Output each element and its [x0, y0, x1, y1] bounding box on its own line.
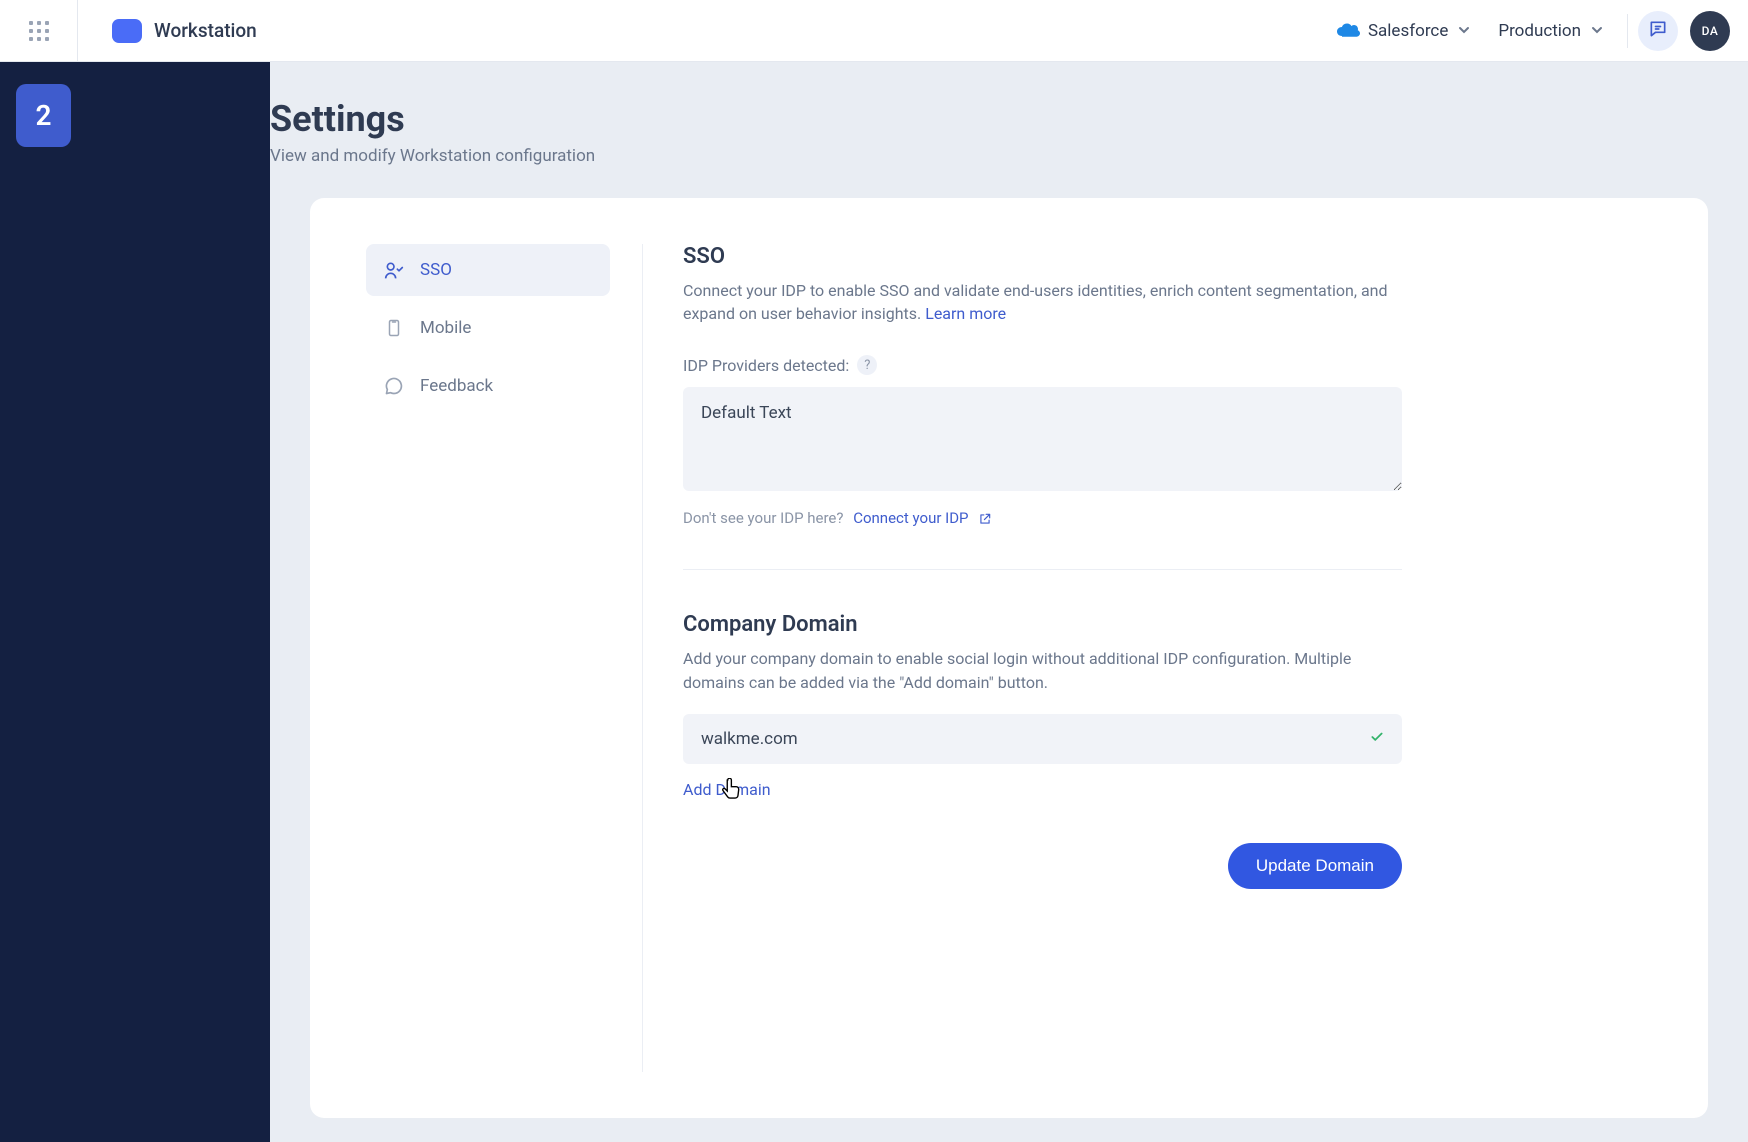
add-domain-label: Add Domain [683, 780, 771, 799]
mobile-icon [384, 318, 404, 338]
app-switcher-button[interactable] [0, 0, 78, 62]
settings-tab-label: Mobile [420, 318, 471, 338]
check-icon [1370, 729, 1384, 749]
settings-tab-sso[interactable]: SSO [366, 244, 610, 296]
domain-input-row[interactable]: walkme.com [683, 714, 1402, 764]
idp-label-text: IDP Providers detected: [683, 356, 849, 375]
main: Settings View and modify Workstation con… [270, 62, 1748, 1142]
section-sso: SSO Connect your IDP to enable SSO and v… [683, 244, 1402, 569]
nav-tile-label: 2 [36, 99, 52, 132]
topbar: Workstation Salesforce Production DA [0, 0, 1748, 62]
external-link-icon [978, 512, 992, 526]
brand-name: Workstation [154, 19, 257, 42]
domain-actions: Update Domain [683, 843, 1402, 889]
connect-idp-label: Connect your IDP [853, 509, 968, 527]
domain-heading: Company Domain [683, 612, 1402, 637]
page-header: Settings View and modify Workstation con… [270, 62, 1748, 166]
add-domain-link[interactable]: Add Domain [683, 780, 771, 799]
chat-help-icon [1648, 19, 1668, 43]
idp-textarea[interactable] [683, 387, 1402, 491]
page-subtitle: View and modify Workstation configuratio… [270, 146, 1748, 166]
idp-hint-text: Don't see your IDP here? [683, 509, 843, 527]
domain-description: Add your company domain to enable social… [683, 647, 1402, 693]
settings-tab-mobile[interactable]: Mobile [366, 302, 610, 354]
help-button[interactable] [1638, 11, 1678, 51]
settings-tab-label: Feedback [420, 376, 493, 396]
idp-detected-label: IDP Providers detected: ? [683, 355, 1402, 375]
brand-logo-icon [112, 19, 142, 43]
sso-icon [384, 260, 404, 280]
system-selector[interactable]: Salesforce [1322, 15, 1484, 47]
system-selector-label: Salesforce [1368, 21, 1448, 41]
sso-description: Connect your IDP to enable SSO and valid… [683, 279, 1402, 325]
help-tooltip-icon[interactable]: ? [857, 355, 877, 375]
grid-icon [29, 21, 49, 41]
sso-description-text: Connect your IDP to enable SSO and valid… [683, 281, 1388, 323]
settings-content: SSO Connect your IDP to enable SSO and v… [642, 244, 1402, 1072]
settings-tab-label: SSO [420, 260, 452, 280]
brand: Workstation [78, 19, 257, 43]
connect-idp-link[interactable]: Connect your IDP [853, 509, 992, 527]
chevron-down-icon [1591, 21, 1603, 41]
nav-tile-2[interactable]: 2 [16, 84, 71, 147]
avatar-initials: DA [1702, 24, 1719, 38]
cloud-icon [1336, 23, 1358, 38]
settings-tab-feedback[interactable]: Feedback [366, 360, 610, 412]
topbar-divider [1627, 14, 1628, 48]
environment-selector[interactable]: Production [1484, 15, 1617, 47]
settings-card: SSO Mobile Feedback [310, 198, 1708, 1118]
learn-more-link[interactable]: Learn more [925, 304, 1006, 323]
section-company-domain: Company Domain Add your company domain t… [683, 569, 1402, 930]
user-avatar[interactable]: DA [1690, 11, 1730, 51]
idp-hint: Don't see your IDP here? Connect your ID… [683, 509, 1402, 527]
feedback-icon [384, 376, 404, 396]
sso-heading: SSO [683, 244, 1402, 269]
left-nav: 2 [0, 62, 270, 1142]
page-title: Settings [270, 98, 1748, 140]
update-domain-button[interactable]: Update Domain [1228, 843, 1402, 889]
chevron-down-icon [1458, 21, 1470, 41]
settings-nav: SSO Mobile Feedback [366, 244, 610, 1072]
environment-selector-label: Production [1498, 21, 1581, 41]
domain-value: walkme.com [701, 729, 798, 749]
